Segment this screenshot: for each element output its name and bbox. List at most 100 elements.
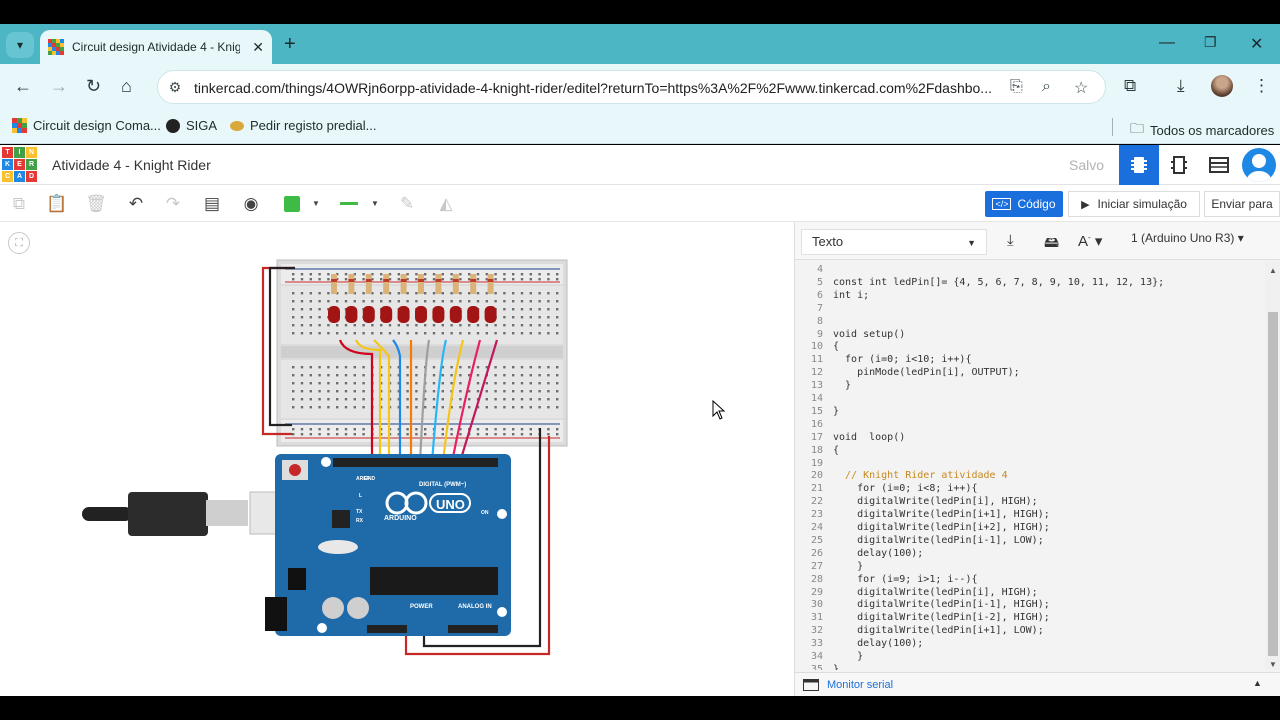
code-line[interactable]: 19	[795, 457, 833, 470]
browser-menu-icon[interactable]: ⋮	[1253, 76, 1270, 96]
rotate-icon[interactable]: ✎	[396, 193, 418, 215]
circuit-canvas[interactable]: ⛶ ARDUINO UNO DIGITAL (PWM~) POWER ANALO…	[0, 222, 794, 696]
breadboard-hole	[318, 374, 321, 377]
send-to-button[interactable]: Enviar para	[1204, 191, 1280, 217]
code-line[interactable]: 10 {	[795, 340, 839, 353]
code-line[interactable]: 30 digitalWrite(ledPin[i-1], HIGH);	[795, 598, 1050, 611]
restore-icon[interactable]: ❐	[1204, 34, 1217, 51]
copy-icon[interactable]: ⧉	[8, 193, 30, 215]
extensions-icon[interactable]: ⧉	[1124, 76, 1136, 96]
code-line[interactable]: 14	[795, 392, 833, 405]
reload-icon[interactable]: ↻	[86, 76, 101, 96]
breadboard-hole	[344, 398, 348, 401]
code-line[interactable]: 15}	[795, 405, 839, 418]
address-bar[interactable]: ⚙ tinkercad.com/things/4OWRjn6orpp-ativi…	[157, 70, 1106, 104]
start-simulation-button[interactable]: ▶ Iniciar simulação	[1068, 191, 1200, 217]
code-line[interactable]: 21 for (i=0; i<8; i++){	[795, 482, 978, 495]
code-line[interactable]: 8	[795, 315, 833, 328]
install-app-icon[interactable]: ⎘	[1010, 78, 1023, 96]
scroll-up-icon[interactable]: ▲	[1269, 266, 1277, 275]
notes-icon[interactable]: ▤	[201, 193, 223, 215]
tinkercad-logo[interactable]: T I N K E R C A D	[2, 147, 37, 183]
minimize-icon[interactable]: —	[1159, 34, 1175, 52]
downloads-icon[interactable]: ⤓	[1177, 76, 1185, 96]
code-line[interactable]: 22 digitalWrite(ledPin[i], HIGH);	[795, 495, 1038, 508]
serial-monitor-bar[interactable]: Monitor serial ▲	[795, 672, 1280, 696]
circuit-view-button[interactable]	[1119, 145, 1159, 185]
color-swatch[interactable]	[284, 196, 300, 212]
code-scroll-thumb[interactable]	[1268, 312, 1278, 656]
code-line[interactable]: 27 }	[795, 560, 863, 573]
code-line[interactable]: 7	[795, 302, 833, 315]
code-line[interactable]: 5 const int ledPin[]= {4, 5, 6, 7, 8, 9, …	[795, 276, 1164, 289]
flip-icon[interactable]: ◭	[435, 193, 457, 215]
tab-search-button[interactable]: ▾	[6, 32, 34, 58]
forward-icon[interactable]: →	[50, 76, 68, 96]
breadboard-hole	[327, 300, 330, 303]
user-avatar[interactable]	[1242, 148, 1276, 182]
code-line[interactable]: 20 // Knight Rider atividade 4	[795, 469, 1008, 482]
code-line[interactable]: 6 int i;	[795, 289, 869, 302]
code-line[interactable]: 28 for (i=9; i>1; i--){	[795, 573, 978, 586]
site-info-icon[interactable]: ⚙	[166, 79, 184, 97]
scroll-down-icon[interactable]: ▼	[1269, 660, 1277, 669]
all-bookmarks-button[interactable]: 🗀 Todos os marcadores	[1130, 118, 1274, 142]
tab-close-icon[interactable]: ✕	[252, 39, 264, 56]
font-size-icon[interactable]: A- ▾	[1078, 232, 1102, 250]
redo-icon[interactable]: ↷	[162, 193, 184, 215]
code-line[interactable]: 31 digitalWrite(ledPin[i-2], HIGH);	[795, 611, 1050, 624]
code-line[interactable]: 11 for (i=0; i<10; i++){	[795, 353, 972, 366]
code-line[interactable]: 32 digitalWrite(ledPin[i+1], LOW);	[795, 624, 1044, 637]
wire-dropdown-icon[interactable]: ▼	[371, 199, 379, 208]
breadboard-hole	[538, 366, 541, 369]
code-line[interactable]: 18 {	[795, 444, 839, 457]
new-tab-icon[interactable]: +	[284, 34, 296, 54]
profile-avatar[interactable]	[1211, 75, 1233, 97]
code-line[interactable]: 24 digitalWrite(ledPin[i+2], HIGH);	[795, 521, 1050, 534]
expand-icon[interactable]: ▲	[1253, 678, 1262, 688]
delete-icon[interactable]: 🗑	[85, 193, 107, 215]
code-line[interactable]: 16	[795, 418, 833, 431]
browser-tab-active[interactable]: Circuit design Atividade 4 - Knig ✕	[40, 30, 272, 64]
project-title[interactable]: Atividade 4 - Knight Rider	[52, 157, 211, 173]
component-list-button[interactable]	[1199, 145, 1239, 185]
code-line[interactable]: 12 pinMode(ledPin[i], OUTPUT);	[795, 366, 1020, 379]
schematic-view-button[interactable]	[1159, 145, 1199, 185]
bookmark-star-icon[interactable]: ☆	[1074, 78, 1088, 98]
code-line[interactable]: 9 void setup()	[795, 328, 905, 341]
breadboard-hole	[441, 324, 444, 327]
url-text[interactable]: tinkercad.com/things/4OWRjn6orpp-ativida…	[194, 80, 1014, 96]
chevron-down-icon: ▼	[967, 238, 976, 248]
back-icon[interactable]: ←	[14, 76, 32, 96]
library-icon[interactable]: 🖴	[1044, 232, 1059, 257]
paste-icon[interactable]: 📋	[46, 193, 68, 215]
code-line[interactable]: 29 digitalWrite(ledPin[i], HIGH);	[795, 586, 1038, 599]
code-line[interactable]: 35}	[795, 663, 839, 670]
code-line[interactable]: 33 delay(100);	[795, 637, 923, 650]
code-line[interactable]: 4	[795, 263, 833, 276]
bookmark-item-siga[interactable]: SIGA	[166, 118, 217, 133]
wire-type-icon[interactable]	[340, 202, 358, 205]
toggle-notes-icon[interactable]: ◉	[240, 193, 262, 215]
code-mode-select[interactable]: Texto ▼	[801, 229, 987, 255]
color-dropdown-icon[interactable]: ▼	[312, 199, 320, 208]
device-select[interactable]: 1 (Arduino Uno R3) ▾	[1131, 231, 1244, 245]
line-text: for (i=9; i>1; i--){	[833, 573, 978, 585]
code-line[interactable]: 25 digitalWrite(ledPin[i-1], LOW);	[795, 534, 1044, 547]
download-code-icon[interactable]: ⤓	[1007, 232, 1014, 249]
code-line[interactable]: 26 delay(100);	[795, 547, 923, 560]
zoom-icon[interactable]: ⌕	[1042, 78, 1051, 96]
code-line[interactable]: 34 }	[795, 650, 863, 663]
code-line[interactable]: 23 digitalWrite(ledPin[i+1], HIGH);	[795, 508, 1050, 521]
code-line[interactable]: 17 void loop()	[795, 431, 905, 444]
code-line[interactable]: 13 }	[795, 379, 851, 392]
code-text-area[interactable]: 4 5 const int ledPin[]= {4, 5, 6, 7, 8, 9,…	[795, 262, 1265, 670]
bookmark-item-circuit[interactable]: Circuit design Coma...	[12, 118, 161, 133]
code-button[interactable]: </> Código	[985, 191, 1063, 217]
close-window-icon[interactable]: ✕	[1250, 34, 1263, 54]
breadboard-hole	[432, 366, 436, 369]
home-icon[interactable]: ⌂	[121, 76, 132, 96]
bookmark-item-registo[interactable]: Pedir registo predial...	[230, 118, 376, 133]
breadboard-hole	[441, 433, 444, 436]
undo-icon[interactable]: ↶	[125, 193, 147, 215]
